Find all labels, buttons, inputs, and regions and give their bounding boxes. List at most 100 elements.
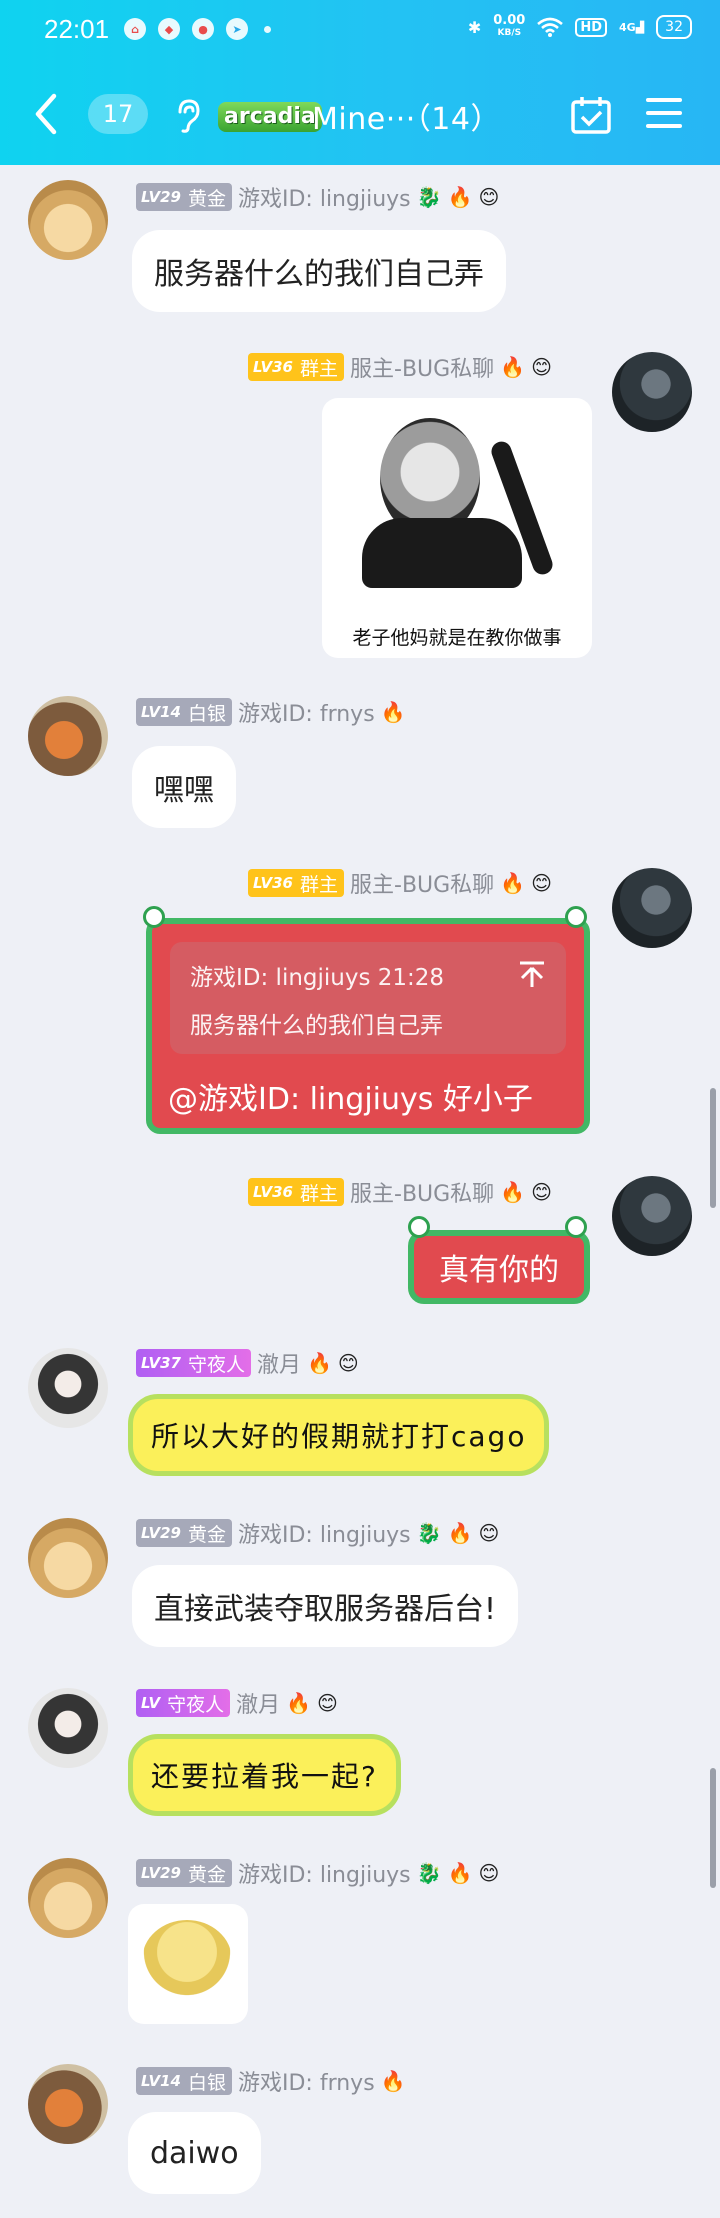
top-bar: 22:01 ⌂ ◆ ● ➤ ✱ 0.00 KB/S HD 4G▟ 32 17 a… (0, 0, 720, 165)
sender-name[interactable]: 服主-BUG私聊 (350, 867, 494, 899)
level-label: LV29 (141, 1864, 181, 1882)
avatar[interactable] (612, 868, 692, 948)
scrollbar-thumb[interactable] (710, 1768, 716, 1888)
meme-body (362, 518, 522, 588)
sender-name[interactable]: 服主-BUG私聊 (350, 351, 494, 383)
sender-name[interactable]: 游戏ID: frnys (238, 696, 375, 728)
hd-icon: HD (575, 17, 608, 37)
calendar-check-icon[interactable] (570, 95, 612, 135)
quote-text: 服务器什么的我们自己弄 (190, 1013, 443, 1039)
fire-icon: 🔥 (286, 1691, 312, 1715)
message-bubble[interactable]: daiwo (128, 2112, 261, 2194)
message-bubble[interactable]: 直接武装夺取服务器后台! (132, 1565, 519, 1647)
level-label: LV14 (141, 2072, 181, 2090)
smile-badge-icon: 😊 (337, 1351, 359, 1375)
rank-label: 群主 (299, 1182, 338, 1205)
rank-label: 守夜人 (167, 1693, 225, 1716)
smile-badge-icon: 😊 (478, 1861, 500, 1885)
avatar[interactable] (28, 1688, 108, 1768)
smile-badge-icon: 😊 (531, 871, 552, 895)
fire-icon: 🔥 (500, 355, 526, 379)
level-label: LV14 (141, 703, 181, 721)
bubble-pin-icon (565, 906, 587, 928)
bubble-pin-icon (565, 1216, 587, 1238)
jump-to-top-icon[interactable] (518, 960, 546, 988)
avatar[interactable] (612, 352, 692, 432)
bubble-pin-icon (143, 906, 165, 928)
smile-badge-icon: 😊 (478, 185, 500, 209)
message-bubble[interactable]: 服务器什么的我们自己弄 (132, 230, 506, 312)
app-notification-icon: ⌂ (124, 18, 146, 40)
bluetooth-icon: ✱ (467, 17, 482, 37)
sender-name[interactable]: 游戏ID: frnys (238, 2065, 375, 2097)
message-meta: LV14 白银 游戏ID: frnys 🔥 (136, 2066, 406, 2096)
avatar[interactable] (612, 1176, 692, 1256)
sender-name[interactable]: 游戏ID: lingjiuys (238, 181, 411, 213)
message-bubble[interactable]: 真有你的 (408, 1230, 590, 1304)
meme-caption: 老子他妈就是在教你做事 (352, 627, 562, 649)
meme-image[interactable]: 老子他妈就是在教你做事 (322, 398, 592, 658)
message-bubble[interactable]: 嘿嘿 (132, 746, 236, 828)
ear-icon[interactable] (172, 98, 202, 134)
status-time: 22:01 (44, 14, 110, 44)
smile-badge-icon: 😊 (531, 1180, 552, 1204)
message-text: @游戏ID: lingjiuys 好小子 (168, 1082, 533, 1117)
level-badge: LV36 群主 (248, 869, 344, 897)
message-bubble[interactable]: 还要拉着我一起? (128, 1734, 401, 1816)
menu-icon[interactable] (646, 96, 682, 130)
dragon-icon: 🐉 (416, 185, 442, 209)
avatar[interactable] (28, 1518, 108, 1598)
wifi-icon (537, 17, 564, 37)
chat-title[interactable]: Mine···（14） (312, 94, 501, 138)
sender-name[interactable]: 服主-BUG私聊 (350, 1176, 494, 1208)
message-meta: LV37 守夜人 澈月 🔥 😊 (136, 1348, 359, 1378)
chat-header: 17 arcadia Mine···（14） (0, 62, 720, 165)
rank-label: 守夜人 (187, 1353, 245, 1376)
sender-name[interactable]: 澈月 (236, 1687, 280, 1719)
net-speed-unit: KB/S (497, 28, 522, 38)
quote-author: 游戏ID: lingjiuys 21:28 (190, 965, 445, 991)
rank-label: 白银 (187, 2071, 226, 2094)
reply-bubble[interactable]: 游戏ID: lingjiuys 21:28 服务器什么的我们自己弄 @游戏ID:… (146, 918, 590, 1134)
level-label: LV29 (141, 1524, 181, 1542)
back-arrow-icon[interactable] (30, 92, 64, 136)
notification-icons: ⌂ ◆ ● ➤ (124, 18, 271, 40)
quoted-message[interactable]: 游戏ID: lingjiuys 21:28 服务器什么的我们自己弄 (170, 942, 566, 1054)
sender-name[interactable]: 游戏ID: lingjiuys (238, 1857, 411, 1889)
fire-icon: 🔥 (500, 1180, 526, 1204)
smile-badge-icon: 😊 (478, 1521, 500, 1545)
avatar[interactable] (28, 696, 108, 776)
signal-icon: 4G▟ (619, 20, 645, 34)
level-label: LV29 (141, 188, 181, 206)
avatar[interactable] (28, 180, 108, 260)
avatar[interactable] (28, 1348, 108, 1428)
level-label: LV36 (253, 358, 293, 376)
message-meta: LV36 群主 服主-BUG私聊 🔥 😊 (248, 1177, 552, 1207)
message-meta: LV29 黄金 游戏ID: lingjiuys 🐉 🔥 😊 (136, 182, 499, 212)
sender-name[interactable]: 澈月 (257, 1347, 301, 1379)
sticker-image[interactable] (128, 1904, 248, 2024)
message-meta: LV29 黄金 游戏ID: lingjiuys 🐉 🔥 😊 (136, 1858, 499, 1888)
scrollbar-thumb[interactable] (710, 1088, 716, 1208)
avatar[interactable] (28, 2064, 108, 2144)
avatar[interactable] (28, 1858, 108, 1938)
unread-count-badge[interactable]: 17 (88, 94, 148, 134)
group-logo: arcadia (218, 102, 322, 132)
level-badge: LV 守夜人 (136, 1689, 231, 1717)
rank-label: 黄金 (187, 1863, 226, 1886)
fire-icon: 🔥 (380, 2069, 406, 2093)
message-text: 真有你的 (439, 1253, 559, 1288)
app-notification-icon: ● (192, 18, 214, 40)
telegram-icon: ➤ (226, 18, 248, 40)
level-badge: LV14 白银 (136, 2067, 232, 2095)
battery-icon: 32 (656, 15, 692, 39)
sender-name[interactable]: 游戏ID: lingjiuys (238, 1517, 411, 1549)
net-speed-value: 0.00 (493, 13, 526, 28)
message-meta: LV29 黄金 游戏ID: lingjiuys 🐉 🔥 😊 (136, 1518, 499, 1548)
app-notification-icon: ◆ (158, 18, 180, 40)
message-bubble[interactable]: 所以大好的假期就打打cago (128, 1394, 550, 1476)
rank-label: 黄金 (187, 1523, 226, 1546)
smile-badge-icon: 😊 (531, 355, 552, 379)
fire-icon: 🔥 (500, 871, 526, 895)
fire-icon: 🔥 (307, 1351, 332, 1375)
